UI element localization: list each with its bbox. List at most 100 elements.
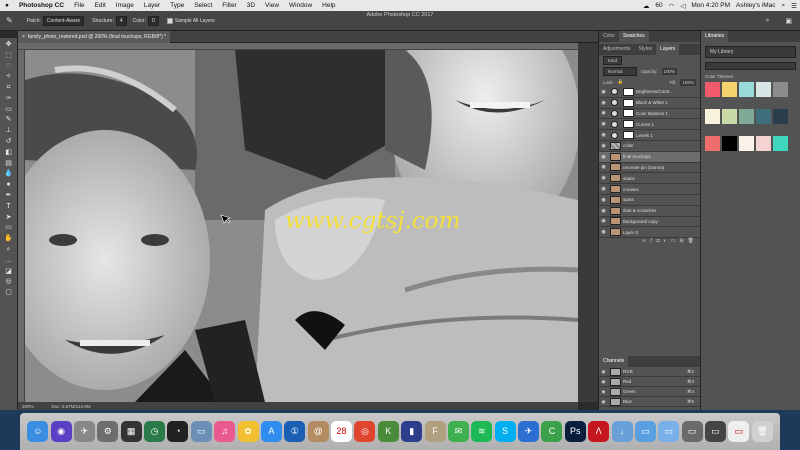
layer-thumbnail[interactable] — [610, 141, 621, 150]
color-swatch[interactable] — [705, 136, 720, 151]
adjustment-icon[interactable]: ◐ — [664, 238, 667, 246]
dock-skype-icon[interactable]: S — [494, 421, 516, 442]
menu-3d[interactable]: 3D — [242, 2, 260, 9]
layer-row[interactable]: ◉ recreate pin (Donna) — [599, 163, 700, 174]
delete-layer-icon[interactable]: 🗑 — [688, 238, 694, 246]
wifi-icon[interactable]: ◠ — [666, 2, 678, 10]
dock-contacts-icon[interactable]: @ — [307, 421, 329, 442]
color-swatch[interactable] — [756, 82, 771, 97]
dock-keynote-icon[interactable]: K — [377, 421, 399, 442]
layer-row[interactable]: ◉ Curves 1 — [599, 119, 700, 131]
layer-row[interactable]: ◉ dust & scratches — [599, 206, 700, 217]
layer-mask-thumbnail[interactable] — [623, 120, 634, 129]
lock-icon[interactable]: 🔒 — [618, 79, 624, 85]
visibility-eye-icon[interactable]: ◉ — [599, 89, 608, 95]
patch-tool-icon[interactable]: ▭ — [3, 105, 15, 114]
opacity-input[interactable]: 100% — [661, 68, 678, 75]
quick-select-tool-icon[interactable]: ✧ — [3, 72, 15, 81]
dock-dashboard-icon[interactable]: ◔ — [167, 421, 189, 442]
dock-activity-monitor-icon[interactable]: ▦ — [120, 421, 142, 442]
layer-thumbnail[interactable] — [610, 185, 621, 194]
visibility-eye-icon[interactable]: ◉ — [599, 389, 608, 395]
zoom-level[interactable]: 200% — [22, 404, 34, 409]
clock[interactable]: Mon 4:20 PM — [688, 2, 733, 9]
hand-tool-icon[interactable]: ✋ — [3, 234, 15, 243]
layer-row[interactable]: ◉ collar — [599, 141, 700, 152]
menu-window[interactable]: Window — [284, 2, 317, 9]
document-size[interactable]: Doc: 8.57M/114.5M — [52, 404, 91, 409]
pen-tool-icon[interactable]: ✒ — [3, 191, 15, 200]
tab-swatches[interactable]: Swatches — [618, 31, 649, 42]
dock-downloads-icon[interactable]: ↓ — [611, 421, 633, 442]
fill-input[interactable]: 100% — [680, 78, 696, 86]
layer-row[interactable]: ◉ Color Balance 1 — [599, 109, 700, 120]
blur-tool-icon[interactable]: 💧 — [3, 169, 15, 178]
marquee-tool-icon[interactable]: ⬚ — [3, 51, 15, 60]
gradient-tool-icon[interactable]: ▤ — [3, 159, 15, 168]
path-select-tool-icon[interactable]: ➤ — [3, 213, 15, 222]
dock-preview-icon[interactable]: ▭ — [190, 421, 212, 442]
layer-row[interactable]: ◉ Background copy — [599, 217, 700, 228]
color-swatch[interactable] — [739, 82, 754, 97]
layer-thumbnail[interactable] — [610, 206, 621, 215]
dock-documents-icon[interactable]: ▭ — [658, 421, 680, 442]
horizontal-ruler[interactable] — [18, 43, 578, 50]
brush-tool-icon[interactable]: ✎ — [3, 115, 15, 124]
channel-row[interactable]: ◉ Blue ⌘5 — [599, 397, 700, 408]
user-name[interactable]: Ashley's iMac — [733, 2, 779, 9]
dock-books-icon[interactable]: ▮ — [401, 421, 423, 442]
visibility-eye-icon[interactable]: ◉ — [599, 100, 608, 106]
color-swatch[interactable] — [756, 109, 771, 124]
visibility-eye-icon[interactable]: ◉ — [599, 229, 608, 235]
sample-all-layers-checkbox[interactable] — [166, 17, 173, 24]
color-swatch[interactable] — [739, 109, 754, 124]
visibility-eye-icon[interactable]: ◉ — [599, 218, 608, 224]
visibility-eye-icon[interactable]: ◉ — [599, 110, 608, 116]
color-swatch[interactable] — [705, 82, 720, 97]
menu-type[interactable]: Type — [165, 2, 189, 9]
layer-row[interactable]: ◉ Levels 1 — [599, 130, 700, 141]
library-search-input[interactable] — [705, 62, 796, 70]
dock-launchpad-icon[interactable]: ✈ — [73, 421, 95, 442]
close-tab-icon[interactable]: × — [22, 34, 25, 40]
tab-layers[interactable]: Layers — [656, 44, 680, 55]
layer-row[interactable]: ◉ final touchups — [599, 151, 700, 163]
visibility-eye-icon[interactable]: ◉ — [599, 197, 608, 203]
channel-row[interactable]: ◉ RGB ⌘2 — [599, 367, 700, 378]
dock-folder-icon[interactable]: ▭ — [634, 421, 656, 442]
color-swatches-icon[interactable]: ◪ — [3, 267, 15, 276]
layer-thumbnail[interactable] — [610, 195, 621, 204]
menu-edit[interactable]: Edit — [90, 2, 111, 9]
visibility-eye-icon[interactable]: ◉ — [599, 154, 608, 160]
shape-tool-icon[interactable]: ▭ — [3, 223, 15, 232]
tab-channels[interactable]: Channels — [599, 356, 629, 368]
apple-menu-icon[interactable]: ● — [0, 2, 14, 9]
dodge-tool-icon[interactable]: ● — [3, 180, 15, 189]
history-brush-tool-icon[interactable]: ↺ — [3, 137, 15, 146]
layer-mask-thumbnail[interactable] — [623, 131, 634, 140]
color-swatch[interactable] — [773, 109, 788, 124]
quick-mask-icon[interactable]: ◎ — [3, 277, 15, 286]
layer-row[interactable]: ◉ Layer 0 — [599, 227, 700, 239]
channel-row[interactable]: ◉ Red ⌘3 — [599, 377, 700, 388]
link-layers-icon[interactable]: ∞ — [642, 238, 646, 246]
menu-view[interactable]: View — [260, 2, 284, 9]
type-tool-icon[interactable]: T — [3, 202, 15, 211]
more-tools-icon[interactable]: … — [3, 256, 15, 265]
layer-row[interactable]: ◉ stains — [599, 173, 700, 185]
vertical-scrollbar[interactable] — [578, 43, 598, 402]
layer-thumbnail[interactable] — [610, 152, 621, 161]
move-tool-icon[interactable]: ✥ — [3, 40, 15, 49]
dock-camtasia-icon[interactable]: C — [541, 421, 563, 442]
visibility-eye-icon[interactable]: ◉ — [599, 379, 608, 385]
visibility-eye-icon[interactable]: ◉ — [599, 164, 608, 170]
lasso-tool-icon[interactable]: ◌ — [3, 61, 15, 70]
dock-1password-icon[interactable]: ① — [284, 421, 306, 442]
dock-messages-icon[interactable]: ✉ — [447, 421, 469, 442]
dock-acrobat-icon[interactable]: Λ — [588, 421, 610, 442]
menu-layer[interactable]: Layer — [139, 2, 165, 9]
dock-airmail-icon[interactable]: ✈ — [518, 421, 540, 442]
visibility-eye-icon[interactable]: ◉ — [599, 208, 608, 214]
document-canvas[interactable]: www.cgtsj.com — [25, 50, 578, 402]
eraser-tool-icon[interactable]: ◧ — [3, 148, 15, 157]
